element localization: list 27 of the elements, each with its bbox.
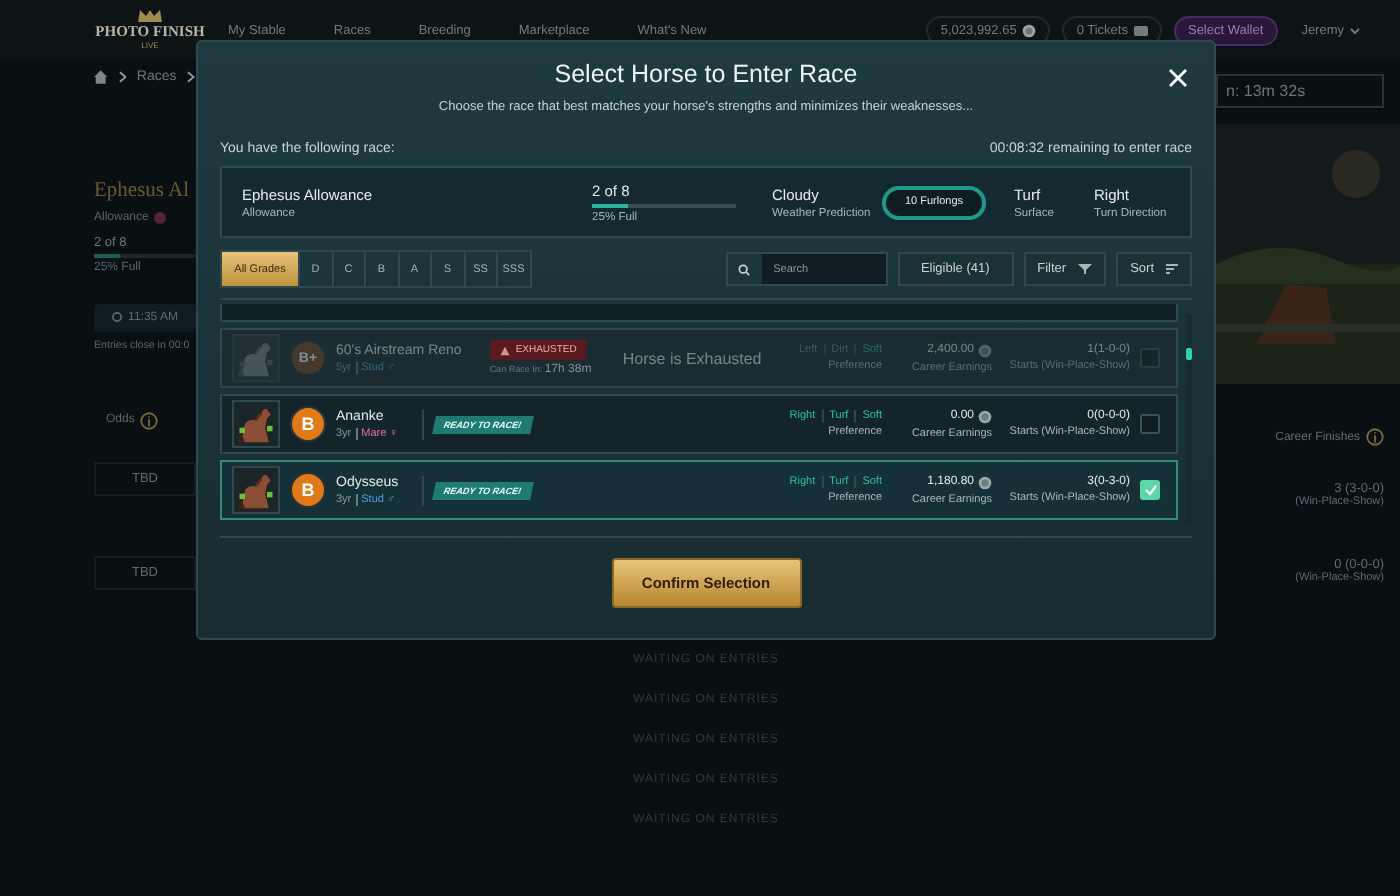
chevron-icon bbox=[117, 69, 127, 83]
close-icon[interactable] bbox=[1168, 64, 1188, 84]
home-icon[interactable] bbox=[94, 69, 108, 83]
ticket-icon bbox=[1133, 25, 1148, 35]
coin-icon bbox=[978, 343, 992, 357]
grade-badge: B bbox=[290, 472, 326, 508]
warning-icon bbox=[499, 345, 510, 355]
timer-display: n: 13m 32s bbox=[1216, 74, 1384, 108]
info-icon bbox=[1366, 428, 1384, 446]
filter-icon bbox=[1078, 264, 1093, 274]
coin-icon bbox=[1022, 23, 1037, 37]
dialog-title: Select Horse to Enter Race bbox=[554, 60, 858, 88]
exhausted-notice: Horse is Exhausted bbox=[620, 349, 764, 367]
race-title: Ephesus Al bbox=[94, 180, 192, 202]
coin-icon bbox=[978, 475, 992, 489]
grade-badge: B bbox=[290, 406, 326, 442]
coin-icon bbox=[978, 409, 992, 423]
info-icon bbox=[140, 411, 159, 429]
scrollbar-thumb[interactable] bbox=[1186, 348, 1192, 360]
search-icon bbox=[738, 263, 751, 275]
select-checkbox[interactable] bbox=[1140, 480, 1160, 500]
clock-icon bbox=[112, 312, 123, 322]
sort-icon bbox=[1166, 264, 1178, 274]
status-dot bbox=[154, 212, 167, 224]
chevron-icon bbox=[186, 69, 196, 83]
caret-icon bbox=[1350, 27, 1360, 33]
select-checkbox[interactable] bbox=[1140, 414, 1160, 434]
